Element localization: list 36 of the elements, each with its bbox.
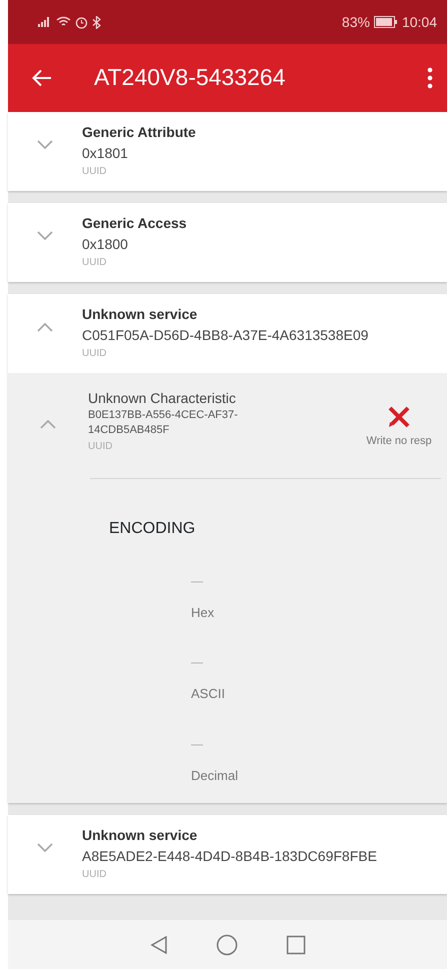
alarm-clock-icon bbox=[75, 16, 88, 28]
clock-time: 10:04 bbox=[402, 12, 437, 32]
encoding-title: ENCODING bbox=[109, 518, 196, 539]
home-circle-icon[interactable] bbox=[216, 934, 238, 956]
uuid-label: UUID bbox=[82, 347, 108, 361]
uuid-label: UUID bbox=[82, 256, 108, 270]
encoding-value: — bbox=[191, 574, 204, 587]
encoding-label: ASCII bbox=[191, 685, 226, 704]
uuid-label: UUID bbox=[82, 868, 108, 882]
service-uuid: C051F05A-D56D-4BB8-A37E-4A6313538E09 bbox=[82, 326, 368, 345]
service-uuid: 0x1800 bbox=[82, 235, 129, 254]
service-name: Unknown service bbox=[82, 305, 198, 324]
service-name: Generic Attribute bbox=[82, 123, 196, 142]
service-uuid: 0x1801 bbox=[82, 144, 129, 163]
service-name: Generic Access bbox=[82, 214, 187, 233]
wifi-icon bbox=[56, 16, 71, 28]
battery-percent: 83% bbox=[342, 12, 370, 32]
uuid-label: UUID bbox=[88, 440, 114, 454]
encoding-value: — bbox=[191, 738, 204, 750]
bluetooth-icon bbox=[92, 16, 101, 28]
page-title: AT240V8-5433264 bbox=[94, 64, 286, 92]
recents-square-icon[interactable] bbox=[286, 934, 306, 954]
signal-icon bbox=[38, 17, 52, 27]
back-triangle-icon[interactable] bbox=[150, 934, 168, 954]
encoding-label: Hex bbox=[191, 604, 216, 622]
encoding-value: — bbox=[191, 656, 204, 668]
back-icon[interactable] bbox=[32, 69, 52, 87]
service-name: Unknown service bbox=[82, 826, 198, 846]
more-options-icon[interactable] bbox=[427, 67, 433, 89]
characteristic-uuid: B0E137BB-A556-4CEC-AF37-14CDB5AB485F bbox=[88, 408, 238, 438]
uuid-label: UUID bbox=[82, 165, 108, 179]
encoding-label: Decimal bbox=[191, 766, 239, 785]
service-uuid: A8E5ADE2-E448-4D4D-8B4B-183DC69F8FBE bbox=[82, 847, 377, 866]
write-property-label: Write no resp bbox=[366, 434, 432, 449]
characteristic-name: Unknown Characteristic bbox=[88, 389, 237, 408]
battery-icon bbox=[374, 16, 398, 28]
